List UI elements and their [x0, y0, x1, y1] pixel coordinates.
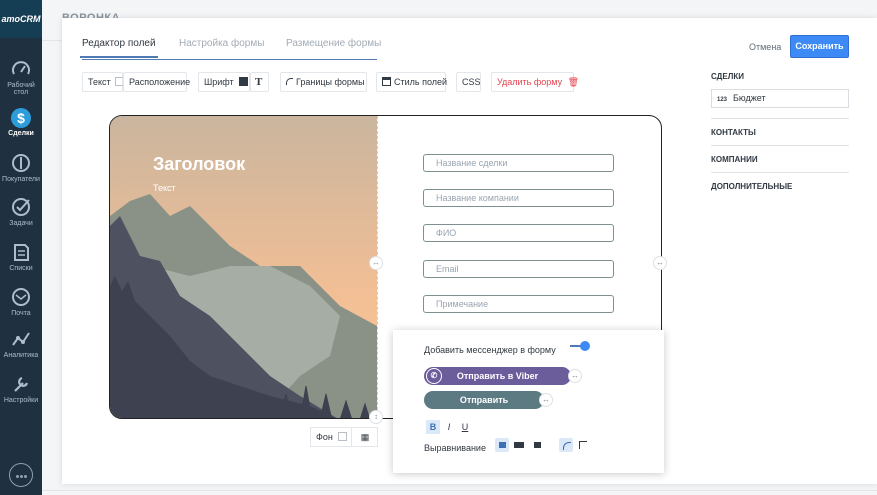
field-style-icon [382, 77, 391, 86]
sidebar-item-label: Аналитика [3, 352, 39, 359]
submit-button[interactable]: Отправить [424, 391, 544, 409]
sidebar-item-label: Задачи [9, 220, 33, 227]
sidebar-item-label: Рабочий стол [7, 82, 35, 96]
button-settings-popup: Добавить мессенджер в форму ✆ Отправить … [393, 330, 664, 473]
customers-icon [12, 154, 30, 172]
resize-handle-icon[interactable]: ↔ [369, 256, 383, 270]
number-type-icon: 123 [717, 97, 728, 103]
settings-icon [14, 376, 29, 392]
field-style-button[interactable]: Стиль полей [376, 72, 448, 92]
section-companies[interactable]: КОМПАНИИ [711, 155, 758, 164]
sidebar-item-deals[interactable]: $ Сделки [0, 108, 42, 137]
font-tool-label: Шрифт [204, 77, 234, 87]
viber-button-label: Отправить в Viber [456, 371, 539, 381]
analytics-icon [12, 332, 30, 346]
resize-handle-icon[interactable]: ↔ [539, 393, 553, 407]
italic-button[interactable]: I [442, 420, 456, 434]
section-contacts[interactable]: КОНТАКТЫ [711, 128, 756, 137]
sidebar-item-lists[interactable]: Списки [0, 241, 42, 272]
field-company-name[interactable]: Название компании [423, 189, 614, 207]
tab-form-settings[interactable]: Настройка формы [179, 38, 264, 49]
image-icon[interactable]: ▦ [351, 428, 378, 446]
tasks-icon [12, 198, 30, 216]
text-tool-label: Текст [88, 77, 111, 87]
delete-form-button[interactable]: Удалить форму 🗑 [491, 72, 579, 92]
field-style-label: Стиль полей [394, 77, 448, 87]
text-tool-button[interactable]: Текст [82, 72, 125, 92]
cancel-button[interactable]: Отмена [749, 42, 781, 52]
layout-tool-label: Расположение [129, 77, 191, 87]
bold-button[interactable]: B [426, 420, 440, 434]
form-subheading[interactable]: Текст [153, 183, 176, 193]
rounded-corners-icon[interactable] [559, 438, 573, 452]
budget-field-label: Бюджет [733, 93, 766, 103]
background-row [42, 490, 877, 491]
alignment-label: Выравнивание [424, 443, 486, 453]
chat-icon[interactable] [9, 463, 33, 487]
save-button[interactable]: Сохранить [790, 35, 849, 58]
section-deals[interactable]: СДЕЛКИ [711, 72, 744, 81]
align-right-icon[interactable] [530, 438, 544, 452]
app-logo[interactable]: amoCRM [0, 0, 42, 38]
tab-field-editor[interactable]: Редактор полей [80, 38, 158, 58]
sidebar-item-label: Списки [9, 265, 33, 272]
divider [711, 118, 849, 119]
resize-handle-icon[interactable]: ↔ [653, 256, 667, 270]
align-stretch-icon[interactable] [512, 438, 526, 452]
field-full-name[interactable]: ФИО [423, 224, 614, 242]
field-email[interactable]: Email [423, 260, 614, 278]
budget-field[interactable]: 123 Бюджет [711, 89, 849, 108]
form-borders-button[interactable]: Границы формы [280, 72, 367, 92]
font-tool-button[interactable]: Шрифт [198, 72, 250, 92]
delete-form-label: Удалить форму [497, 77, 563, 87]
font-color-swatch [239, 77, 249, 86]
sidebar-item-customers[interactable]: Покупатели [0, 152, 42, 183]
sidebar-item-label: Настройки [3, 397, 39, 404]
font-type-icon[interactable]: T [250, 72, 269, 92]
viber-button[interactable]: ✆ Отправить в Viber [424, 367, 571, 385]
sidebar-item-mail[interactable]: Почта [0, 286, 42, 317]
css-label: CSS [462, 77, 481, 87]
corner-radius-icon [286, 78, 293, 85]
background-label: Фон [316, 432, 333, 442]
sidebar-item-analytics[interactable]: Аналитика [0, 328, 42, 359]
sidebar-item-label: Сделки [8, 130, 34, 137]
lists-icon [14, 244, 29, 261]
sidebar-item-settings[interactable]: Настройки [0, 373, 42, 404]
align-left-icon[interactable] [495, 438, 509, 452]
form-borders-label: Границы формы [296, 77, 365, 87]
left-sidebar: amoCRM Рабочий стол $ Сделки Покупатели … [0, 0, 42, 495]
field-note[interactable]: Примечание [423, 295, 614, 313]
add-messenger-label: Добавить мессенджер в форму [424, 345, 556, 355]
background-settings-button[interactable]: Фон ▦ [310, 427, 378, 447]
layout-tool-button[interactable]: Расположение [123, 72, 191, 92]
form-heading[interactable]: Заголовок [153, 154, 245, 175]
sidebar-item-label: Почта [11, 310, 31, 317]
section-additional[interactable]: ДОПОЛНИТЕЛЬНЫЕ [711, 182, 792, 191]
css-button[interactable]: CSS [456, 72, 481, 92]
square-corners-icon[interactable] [576, 438, 590, 452]
viber-icon: ✆ [426, 368, 442, 384]
sidebar-item-label: Покупатели [2, 176, 40, 183]
trash-icon: 🗑 [567, 77, 580, 87]
dashboard-icon [12, 61, 30, 75]
field-deal-name[interactable]: Название сделки [423, 154, 614, 172]
sidebar-item-tasks[interactable]: Задачи [0, 196, 42, 227]
deals-icon: $ [11, 108, 31, 128]
editor-tabs: Редактор полей Настройка формы Размещени… [80, 38, 381, 60]
tab-form-placement[interactable]: Размещение формы [286, 38, 381, 49]
sidebar-item-dashboard[interactable]: Рабочий стол [0, 58, 42, 96]
divider [711, 145, 849, 146]
mail-icon [12, 288, 30, 306]
background-image: Заголовок Текст [110, 116, 377, 418]
resize-handle-icon[interactable]: ↔ [568, 369, 582, 383]
background-color-swatch [338, 432, 348, 441]
resize-handle-icon[interactable]: ↕ [369, 410, 383, 424]
messenger-toggle[interactable] [570, 341, 590, 351]
divider [711, 172, 849, 173]
underline-button[interactable]: U [458, 420, 472, 434]
